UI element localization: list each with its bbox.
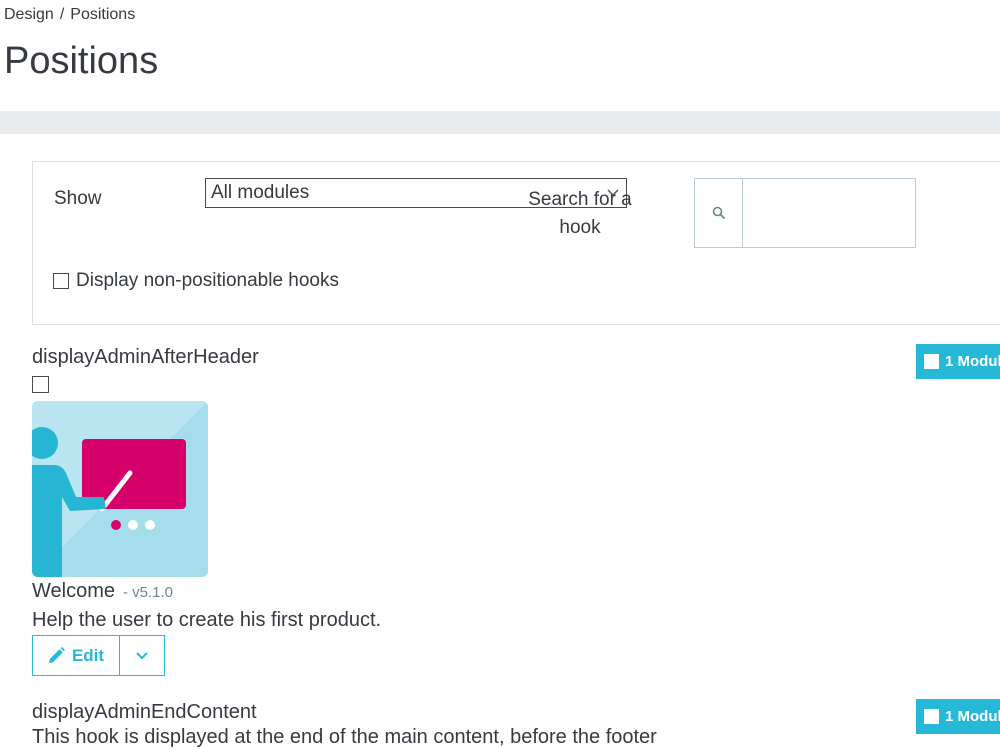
search-hook-input[interactable] — [743, 179, 915, 247]
actions-dropdown-toggle[interactable] — [120, 636, 164, 675]
search-icon[interactable] — [695, 179, 743, 247]
module-count-badge[interactable]: 1 Module — [916, 344, 1000, 379]
nonpositionable-label: Display non-positionable hooks — [76, 270, 339, 291]
module-actions: Edit — [32, 635, 165, 676]
hook-name: displayAdminEndContent — [32, 701, 257, 723]
breadcrumb: Design / Positions — [4, 6, 135, 24]
module-filter-value: All modules — [211, 182, 310, 203]
hook-description: This hook is displayed at the end of the… — [32, 726, 657, 748]
edit-button[interactable]: Edit — [33, 636, 120, 675]
page-title: Positions — [4, 40, 159, 82]
module-logo — [32, 401, 208, 577]
breadcrumb-separator: / — [59, 6, 65, 23]
search-hook-box — [694, 178, 916, 248]
toolbar-band — [0, 111, 1000, 134]
module-count-checkbox[interactable] — [924, 709, 939, 724]
module-count-badge[interactable]: 1 Module — [916, 699, 1000, 734]
pencil-icon — [48, 647, 65, 663]
edit-label: Edit — [71, 645, 105, 665]
module-name: Welcome - v5.1.0 — [32, 580, 173, 603]
breadcrumb-current: Positions — [70, 6, 136, 23]
filter-panel: Show All modules Search for a hook Displ… — [32, 161, 1000, 325]
show-label: Show — [54, 188, 102, 209]
module-title: Welcome — [32, 580, 115, 602]
hook-name: displayAdminAfterHeader — [32, 346, 259, 368]
chevron-down-icon — [136, 651, 148, 659]
breadcrumb-parent[interactable]: Design — [4, 6, 54, 23]
module-count-checkbox[interactable] — [924, 354, 939, 369]
module-count-label: 1 Module — [945, 353, 1000, 370]
search-hook-label: Search for a hook — [528, 189, 632, 238]
module-description: Help the user to create his first produc… — [32, 609, 382, 631]
nonpositionable-toggle[interactable]: Display non-positionable hooks — [53, 270, 339, 292]
module-count-label: 1 Module — [945, 708, 1000, 725]
nonpositionable-checkbox[interactable] — [53, 273, 69, 289]
hook-select-checkbox[interactable] — [32, 376, 49, 393]
module-version: - v5.1.0 — [123, 584, 174, 601]
